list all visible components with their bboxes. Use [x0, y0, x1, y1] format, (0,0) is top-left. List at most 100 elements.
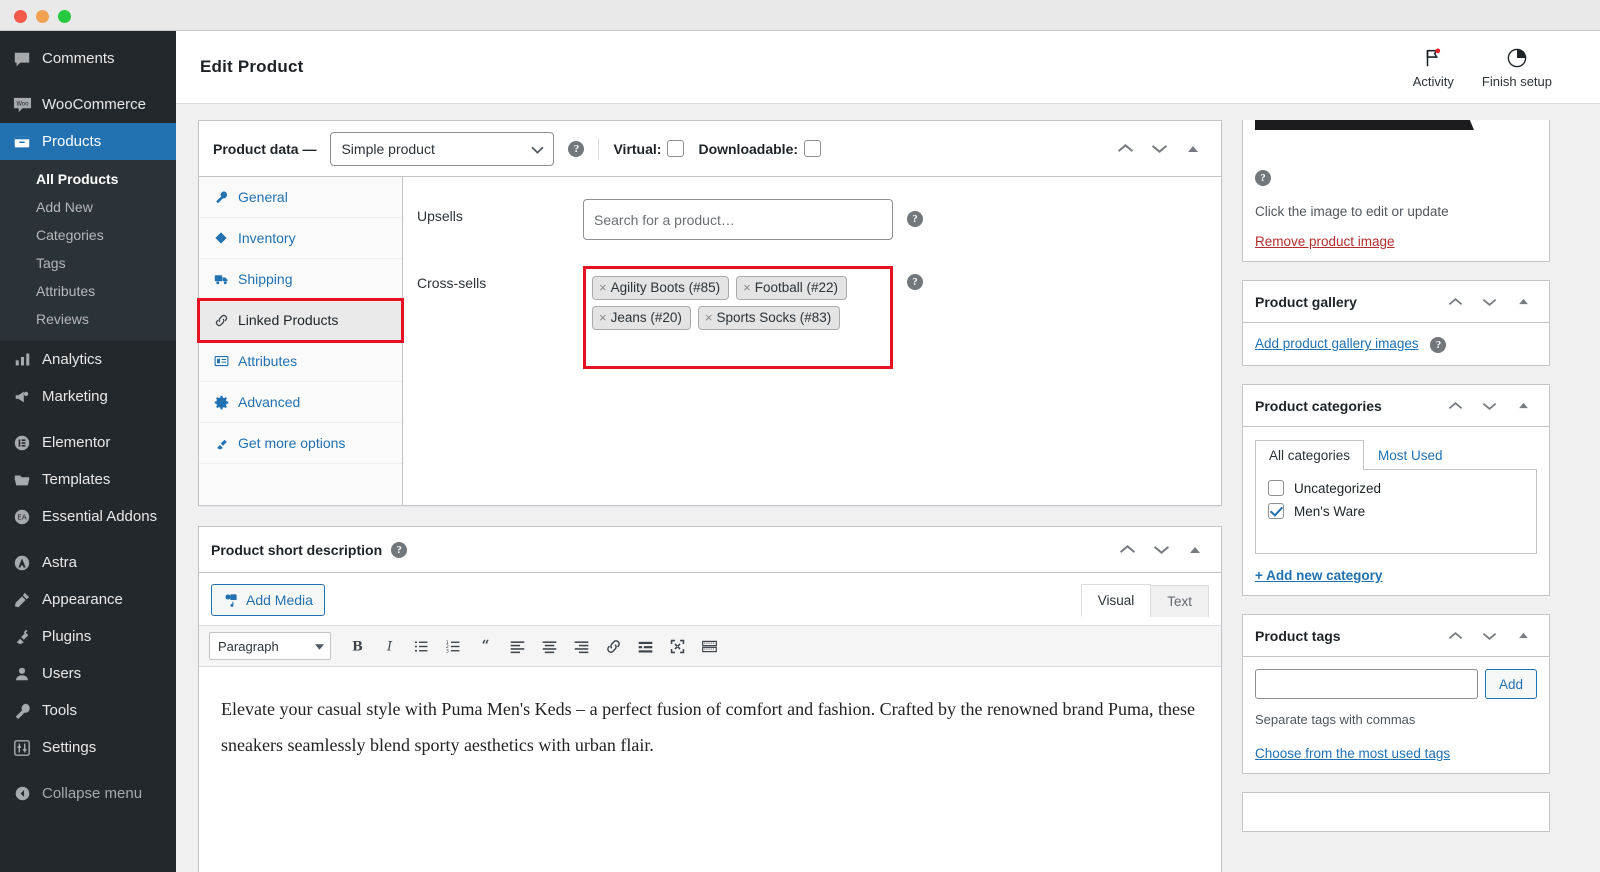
- sidebar-item-settings[interactable]: Settings: [0, 729, 176, 766]
- sidebar-item-users[interactable]: Users: [0, 655, 176, 692]
- tab-most-used[interactable]: Most Used: [1364, 440, 1457, 470]
- upsells-help-icon[interactable]: ?: [907, 211, 923, 227]
- sidebar-item-comments[interactable]: Comments: [0, 40, 176, 77]
- move-down-button[interactable]: [1145, 135, 1173, 163]
- remove-product-image-link[interactable]: Remove product image: [1255, 234, 1395, 249]
- move-down-button[interactable]: [1475, 392, 1503, 420]
- submenu-item-categories[interactable]: Categories: [0, 221, 176, 249]
- virtual-checkbox[interactable]: [667, 140, 685, 157]
- product-type-select[interactable]: Simple product Grouped product External/…: [330, 131, 555, 166]
- crosssell-token[interactable]: × Agility Boots (#85): [592, 276, 730, 300]
- sidebar-item-astra[interactable]: Astra: [0, 544, 176, 581]
- fullscreen-icon[interactable]: [662, 632, 692, 660]
- downloadable-checkbox[interactable]: [804, 140, 822, 157]
- submenu-item-add-new[interactable]: Add New: [0, 193, 176, 221]
- tab-linked-products[interactable]: Linked Products: [197, 298, 404, 343]
- add-tag-button[interactable]: Add: [1484, 669, 1537, 699]
- submenu-item-all-products[interactable]: All Products: [0, 165, 176, 193]
- sidebar-item-elementor[interactable]: Elementor: [0, 424, 176, 461]
- toggle-panel-button[interactable]: [1509, 392, 1537, 420]
- italic-icon[interactable]: I: [374, 632, 404, 660]
- truck-icon: [213, 272, 229, 286]
- align-center-icon[interactable]: [534, 632, 564, 660]
- bold-icon[interactable]: B: [342, 632, 372, 660]
- move-up-button[interactable]: [1111, 135, 1139, 163]
- remove-token-icon[interactable]: ×: [705, 310, 713, 325]
- tab-inventory[interactable]: Inventory: [199, 218, 402, 259]
- blockquote-icon[interactable]: “: [470, 632, 500, 660]
- window-close-button[interactable]: [14, 10, 27, 23]
- tab-text[interactable]: Text: [1150, 585, 1209, 617]
- sidebar-item-essential-addons[interactable]: EA Essential Addons: [0, 498, 176, 535]
- product-data-label: Product data —: [213, 140, 317, 157]
- toggle-panel-button[interactable]: [1509, 622, 1537, 650]
- add-gallery-images-link[interactable]: Add product gallery images: [1255, 336, 1419, 351]
- sidebar-collapse-menu[interactable]: Collapse menu: [0, 775, 176, 812]
- move-up-button[interactable]: [1113, 536, 1141, 564]
- move-down-button[interactable]: [1475, 622, 1503, 650]
- toolbar-toggle-icon[interactable]: [694, 632, 724, 660]
- category-row-uncategorized[interactable]: Uncategorized: [1268, 480, 1524, 496]
- paragraph-format-select[interactable]: Paragraph Heading 1 Heading 2 Heading 3 …: [209, 632, 331, 660]
- wrench-icon: [213, 190, 229, 204]
- submenu-item-tags[interactable]: Tags: [0, 249, 176, 277]
- short-description-editor[interactable]: Elevate your casual style with Puma Men'…: [199, 667, 1221, 872]
- finish-setup-button[interactable]: Finish setup: [1482, 46, 1552, 89]
- sidebar-item-analytics[interactable]: Analytics: [0, 341, 176, 378]
- window-minimize-button[interactable]: [36, 10, 49, 23]
- sidebar-item-tools[interactable]: Tools: [0, 692, 176, 729]
- toggle-panel-button[interactable]: [1509, 288, 1537, 316]
- product-type-help-icon[interactable]: ?: [568, 140, 585, 157]
- align-left-icon[interactable]: [502, 632, 532, 660]
- submenu-item-attributes[interactable]: Attributes: [0, 277, 176, 305]
- move-up-button[interactable]: [1441, 392, 1469, 420]
- remove-token-icon[interactable]: ×: [599, 310, 607, 325]
- crosssells-token-field[interactable]: × Agility Boots (#85) × Football (#22) ×: [583, 266, 893, 369]
- upsells-search-input[interactable]: [583, 199, 893, 240]
- product-image-thumbnail[interactable]: [1255, 120, 1537, 160]
- add-new-category-link[interactable]: + Add new category: [1255, 568, 1382, 583]
- sidebar-item-templates[interactable]: Templates: [0, 461, 176, 498]
- product-image-help-icon[interactable]: ?: [1255, 170, 1271, 186]
- crosssell-token[interactable]: × Sports Socks (#83): [697, 306, 841, 330]
- crosssell-token[interactable]: × Jeans (#20): [592, 306, 691, 330]
- toggle-panel-button[interactable]: [1179, 135, 1207, 163]
- tab-visual[interactable]: Visual: [1080, 584, 1152, 617]
- activity-button[interactable]: Activity: [1413, 46, 1454, 89]
- add-media-button[interactable]: Add Media: [211, 584, 325, 616]
- sidebar-item-appearance[interactable]: Appearance: [0, 581, 176, 618]
- move-down-button[interactable]: [1147, 536, 1175, 564]
- gallery-help-icon[interactable]: ?: [1430, 337, 1447, 353]
- category-checkbox[interactable]: [1268, 503, 1284, 519]
- submenu-item-reviews[interactable]: Reviews: [0, 305, 176, 333]
- tab-get-more-options[interactable]: Get more options: [199, 423, 402, 464]
- category-row-mens-ware[interactable]: Men's Ware: [1268, 503, 1524, 519]
- align-right-icon[interactable]: [566, 632, 596, 660]
- sidebar-item-woocommerce[interactable]: Woo WooCommerce: [0, 86, 176, 123]
- tag-input[interactable]: [1255, 669, 1478, 699]
- toggle-panel-button[interactable]: [1181, 536, 1209, 564]
- move-up-button[interactable]: [1441, 288, 1469, 316]
- category-checkbox[interactable]: [1268, 480, 1284, 496]
- tab-all-categories[interactable]: All categories: [1255, 440, 1365, 470]
- short-description-help-icon[interactable]: ?: [391, 541, 408, 558]
- sidebar-item-plugins[interactable]: Plugins: [0, 618, 176, 655]
- link-icon[interactable]: [598, 632, 628, 660]
- crosssell-token[interactable]: × Football (#22): [736, 276, 848, 300]
- remove-token-icon[interactable]: ×: [599, 280, 607, 295]
- tab-shipping[interactable]: Shipping: [199, 259, 402, 300]
- sidebar-item-products[interactable]: Products: [0, 123, 176, 160]
- bulleted-list-icon[interactable]: [406, 632, 436, 660]
- tab-attributes[interactable]: Attributes: [199, 341, 402, 382]
- crosssells-help-icon[interactable]: ?: [907, 274, 923, 290]
- tab-advanced[interactable]: Advanced: [199, 382, 402, 423]
- remove-token-icon[interactable]: ×: [743, 280, 751, 295]
- window-maximize-button[interactable]: [58, 10, 71, 23]
- tab-general[interactable]: General: [199, 177, 402, 218]
- read-more-icon[interactable]: [630, 632, 660, 660]
- numbered-list-icon[interactable]: 123: [438, 632, 468, 660]
- move-down-button[interactable]: [1475, 288, 1503, 316]
- move-up-button[interactable]: [1441, 622, 1469, 650]
- sidebar-item-marketing[interactable]: Marketing: [0, 378, 176, 415]
- choose-most-used-tags-link[interactable]: Choose from the most used tags: [1255, 746, 1450, 761]
